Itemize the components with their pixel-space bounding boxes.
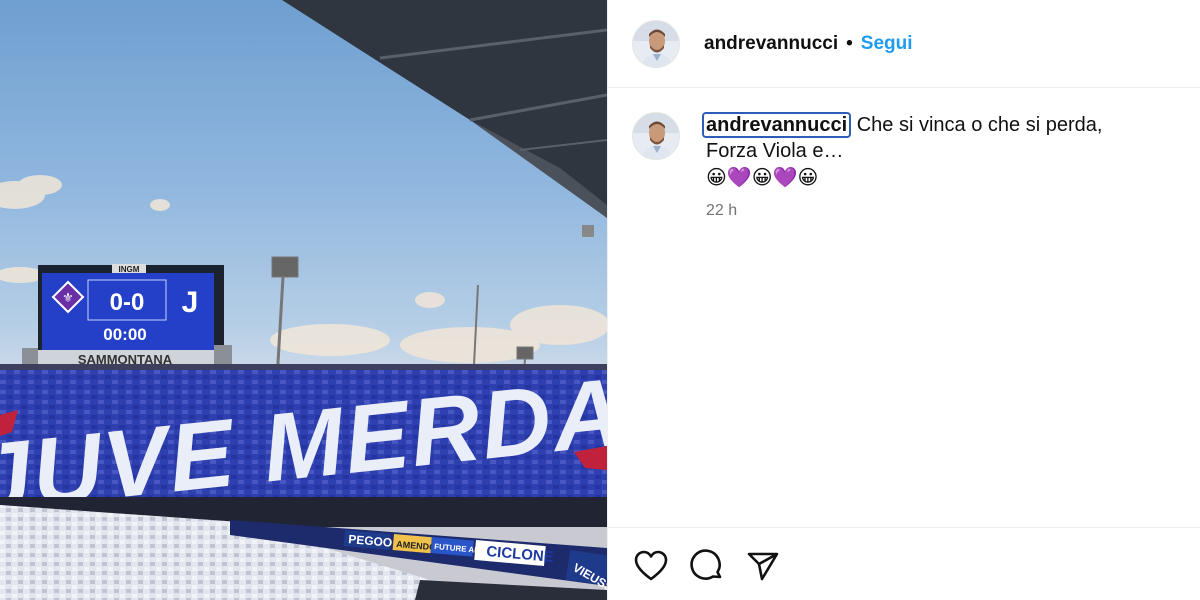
caption-emojis: 😀💜😀💜😀: [706, 165, 819, 189]
avatar-image: [633, 20, 679, 67]
caption-text-1: Che si vinca o che si perda,: [856, 114, 1103, 136]
svg-text:⚜: ⚜: [62, 291, 74, 306]
post-author-username[interactable]: andrevannucci: [704, 33, 838, 55]
scoreboard: INGM ⚜ J 0-0 00:00 SAMMONTANA: [22, 264, 232, 368]
share-button[interactable]: [744, 547, 782, 585]
avatar[interactable]: [632, 19, 680, 68]
post-timestamp[interactable]: 22 h: [706, 198, 1146, 224]
comment-button[interactable]: [688, 547, 726, 585]
caption-line-1: andrevannucci Che si vinca o che si perd…: [702, 112, 1146, 138]
post-actions: [632, 547, 782, 585]
avatar-image: [633, 113, 679, 159]
post-side-panel: andrevannucci • Segui andrevannucci Che …: [607, 0, 1200, 600]
stadium-roof: [282, 0, 607, 237]
post-photo[interactable]: INGM ⚜ J 0-0 00:00 SAMMONTANA JUVE MERDA: [0, 0, 607, 600]
comment-icon: [690, 549, 722, 580]
heart-icon: [634, 550, 668, 581]
follow-button[interactable]: Segui: [861, 33, 913, 55]
separator-dot: •: [846, 32, 853, 54]
post-caption: andrevannucci Che si vinca o che si perd…: [632, 112, 1172, 224]
bottom-crowd: [415, 580, 607, 600]
scoreboard-clock: 00:00: [103, 325, 146, 344]
scoreboard-score: 0-0: [110, 289, 145, 316]
caption-avatar[interactable]: [632, 112, 680, 160]
like-button[interactable]: [632, 547, 670, 585]
caption-text-2: Forza Viola e…: [706, 140, 844, 162]
actions-divider: [608, 527, 1200, 528]
stadium-photo: INGM ⚜ J 0-0 00:00 SAMMONTANA JUVE MERDA: [0, 0, 607, 600]
post-header: andrevannucci • Segui: [608, 0, 1200, 88]
caption-username[interactable]: andrevannucci: [702, 112, 852, 138]
share-icon: [747, 552, 779, 581]
juventus-logo-icon: J: [182, 286, 199, 319]
scoreboard-logo: INGM: [119, 265, 140, 274]
caption-body: andrevannucci Che si vinca o che si perd…: [702, 112, 1146, 224]
